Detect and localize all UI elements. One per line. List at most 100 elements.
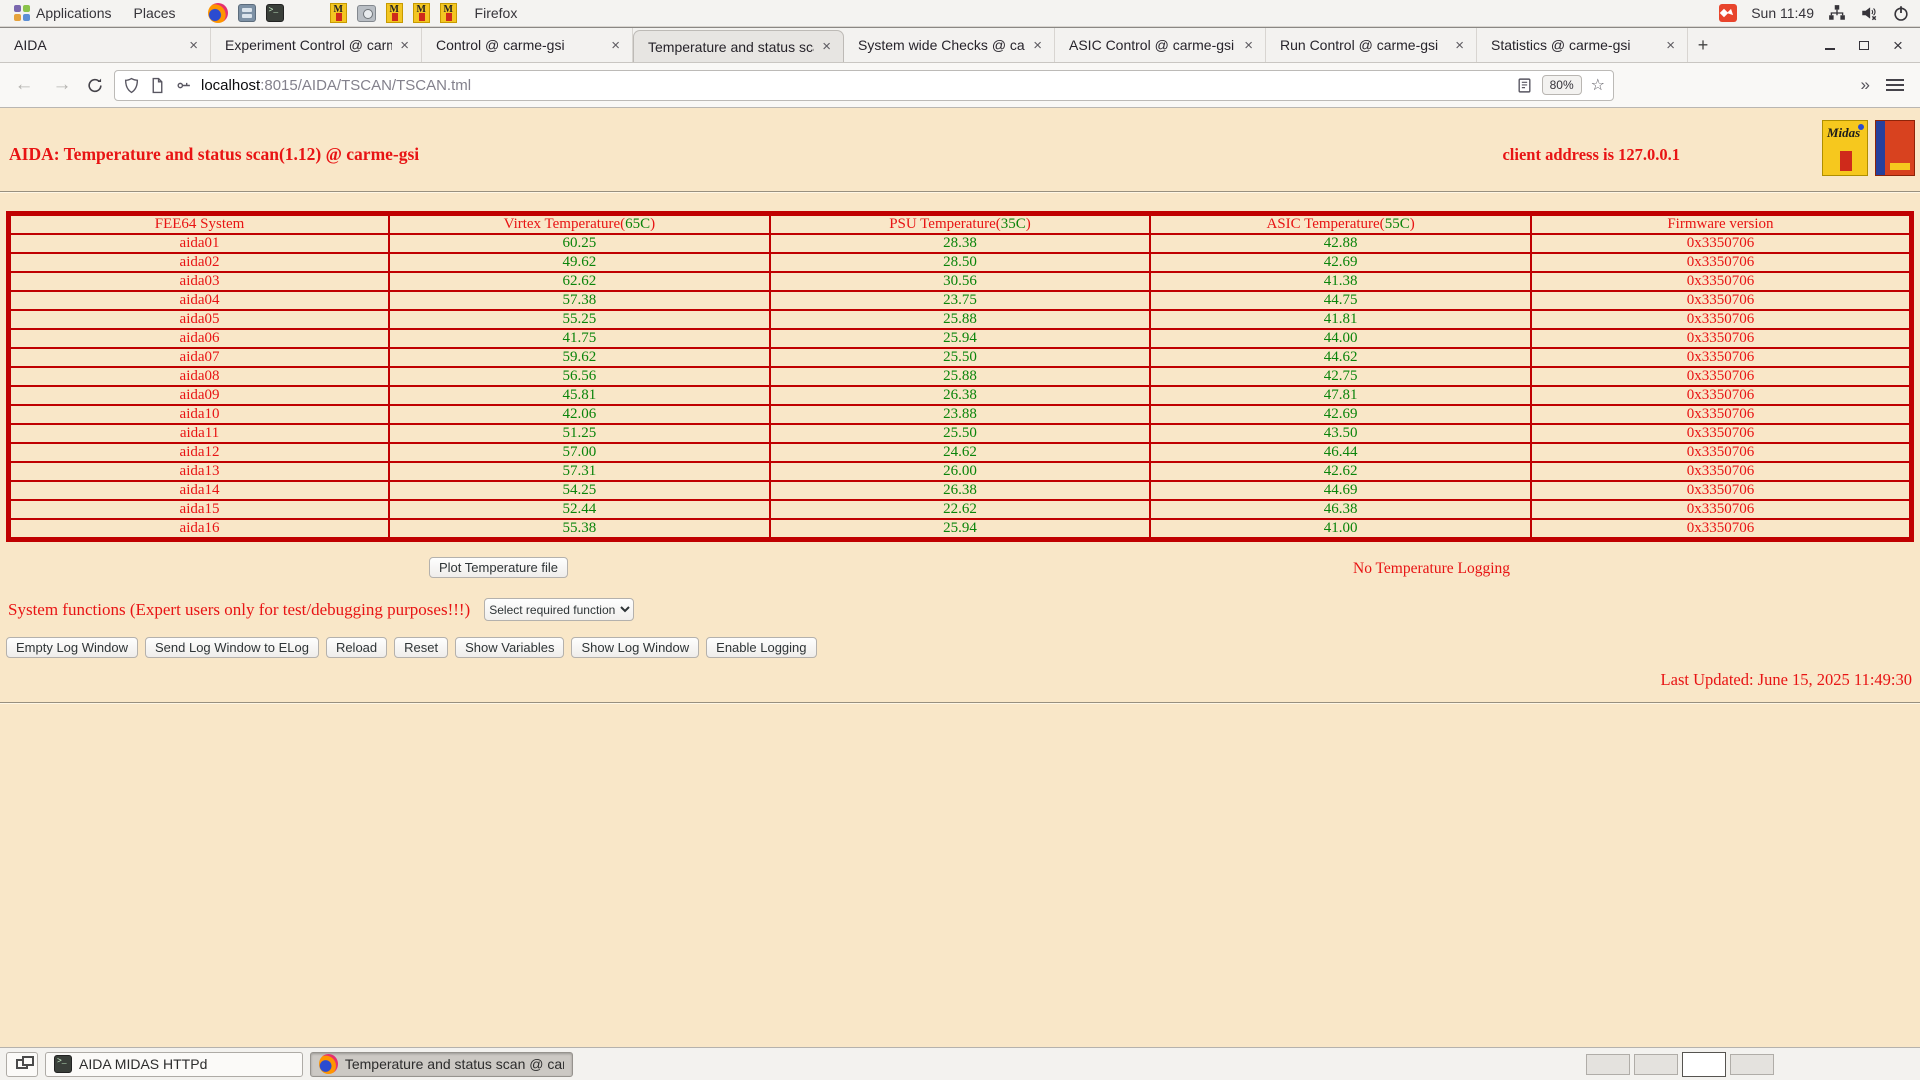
tab-close-icon[interactable]: × bbox=[1662, 37, 1679, 54]
cell-system: aida08 bbox=[9, 367, 390, 386]
action-button[interactable]: Show Log Window bbox=[571, 637, 699, 658]
action-button[interactable]: Empty Log Window bbox=[6, 637, 138, 658]
cell-asic: 46.38 bbox=[1150, 500, 1531, 519]
midas-window-icon[interactable] bbox=[413, 3, 430, 23]
firefox-launcher-icon[interactable] bbox=[208, 3, 228, 23]
show-desktop-button[interactable] bbox=[6, 1052, 38, 1077]
cell-asic: 42.88 bbox=[1150, 234, 1531, 253]
shield-icon[interactable] bbox=[123, 77, 140, 94]
menu-icon[interactable] bbox=[1886, 79, 1904, 91]
cell-virtex: 56.56 bbox=[389, 367, 770, 386]
applications-menu[interactable]: Applications bbox=[10, 5, 116, 21]
tab-close-icon[interactable]: × bbox=[396, 37, 413, 54]
places-menu[interactable]: Places bbox=[130, 5, 180, 21]
page-info-icon[interactable] bbox=[149, 77, 166, 94]
terminal-icon bbox=[54, 1055, 72, 1073]
workspace-switcher bbox=[1586, 1052, 1914, 1077]
tab-close-icon[interactable]: × bbox=[1240, 37, 1257, 54]
bookmark-star-icon[interactable]: ☆ bbox=[1591, 75, 1605, 95]
cell-firmware: 0x3350706 bbox=[1531, 443, 1912, 462]
cell-psu: 25.50 bbox=[770, 348, 1151, 367]
tab-close-icon[interactable]: × bbox=[607, 37, 624, 54]
cell-system: aida10 bbox=[9, 405, 390, 424]
network-icon[interactable] bbox=[1828, 4, 1846, 22]
new-tab-button[interactable]: + bbox=[1688, 31, 1718, 59]
action-button[interactable]: Show Variables bbox=[455, 637, 564, 658]
midas-window-icon[interactable] bbox=[330, 3, 347, 23]
browser-tab[interactable]: AIDA× bbox=[0, 28, 211, 62]
plot-temperature-button[interactable]: Plot Temperature file bbox=[429, 557, 568, 578]
action-button[interactable]: Reset bbox=[394, 637, 448, 658]
reader-mode-icon[interactable] bbox=[1516, 77, 1533, 94]
browser-tab[interactable]: Statistics @ carme-gsi× bbox=[1477, 28, 1688, 62]
browser-tab[interactable]: Run Control @ carme-gsi× bbox=[1266, 28, 1477, 62]
cell-psu: 23.75 bbox=[770, 291, 1151, 310]
tab-close-icon[interactable]: × bbox=[1451, 37, 1468, 54]
cell-psu: 28.38 bbox=[770, 234, 1151, 253]
action-button[interactable]: Enable Logging bbox=[706, 637, 816, 658]
minimize-button[interactable] bbox=[1822, 37, 1838, 53]
cell-firmware: 0x3350706 bbox=[1531, 348, 1912, 367]
cell-virtex: 54.25 bbox=[389, 481, 770, 500]
cell-psu: 26.00 bbox=[770, 462, 1151, 481]
workspace-4[interactable] bbox=[1730, 1054, 1774, 1075]
clock[interactable]: Sun 11:49 bbox=[1751, 5, 1814, 21]
overflow-menu-icon[interactable]: » bbox=[1861, 75, 1870, 95]
launcher-icons bbox=[208, 3, 457, 23]
action-button[interactable]: Reload bbox=[326, 637, 387, 658]
files-launcher-icon[interactable] bbox=[238, 4, 256, 22]
cell-asic: 43.50 bbox=[1150, 424, 1531, 443]
table-row: aida1552.4422.6246.380x3350706 bbox=[9, 500, 1912, 519]
cell-system: aida06 bbox=[9, 329, 390, 348]
cell-system: aida05 bbox=[9, 310, 390, 329]
cell-system: aida15 bbox=[9, 500, 390, 519]
page-title: AIDA: Temperature and status scan(1.12) … bbox=[9, 144, 419, 165]
maximize-button[interactable] bbox=[1856, 37, 1872, 53]
action-button[interactable]: Send Log Window to ELog bbox=[145, 637, 319, 658]
client-address: client address is 127.0.0.1 bbox=[1502, 145, 1680, 165]
terminal-launcher-icon[interactable] bbox=[266, 4, 284, 22]
browser-tab[interactable]: Temperature and status scan @ carme-gsi× bbox=[633, 30, 844, 62]
permissions-icon[interactable] bbox=[175, 77, 192, 94]
midas-window-icon[interactable] bbox=[440, 3, 457, 23]
browser-tab[interactable]: ASIC Control @ carme-gsi× bbox=[1055, 28, 1266, 62]
reload-icon[interactable] bbox=[86, 77, 104, 94]
tab-title: Control @ carme-gsi bbox=[436, 37, 603, 53]
close-button[interactable]: × bbox=[1890, 37, 1906, 53]
cell-virtex: 45.81 bbox=[389, 386, 770, 405]
cell-asic: 46.44 bbox=[1150, 443, 1531, 462]
workspace-3[interactable] bbox=[1682, 1052, 1726, 1077]
volume-muted-icon[interactable] bbox=[1860, 4, 1878, 22]
cell-psu: 25.50 bbox=[770, 424, 1151, 443]
table-row: aida0641.7525.9444.000x3350706 bbox=[9, 329, 1912, 348]
url-host: localhost bbox=[201, 77, 260, 94]
power-icon[interactable] bbox=[1892, 4, 1910, 22]
browser-tab[interactable]: System wide Checks @ carme-gsi× bbox=[844, 28, 1055, 62]
browser-tab[interactable]: Experiment Control @ carme-gsi× bbox=[211, 28, 422, 62]
cell-virtex: 57.00 bbox=[389, 443, 770, 462]
taskbar-window-button[interactable]: AIDA MIDAS HTTPd bbox=[45, 1052, 303, 1077]
table-row: aida0856.5625.8842.750x3350706 bbox=[9, 367, 1912, 386]
column-header: Firmware version bbox=[1531, 214, 1912, 235]
browser-tab[interactable]: Control @ carme-gsi× bbox=[422, 28, 633, 62]
back-button[interactable]: ← bbox=[10, 74, 38, 96]
notification-icon[interactable] bbox=[1719, 4, 1737, 22]
active-app-label[interactable]: Firefox bbox=[471, 5, 522, 21]
tab-close-icon[interactable]: × bbox=[1029, 37, 1046, 54]
screenshot-window-icon[interactable] bbox=[357, 5, 376, 22]
function-select[interactable]: Select required function bbox=[484, 598, 634, 621]
tab-close-icon[interactable]: × bbox=[185, 37, 202, 54]
cell-firmware: 0x3350706 bbox=[1531, 310, 1912, 329]
midas-window-icon[interactable] bbox=[386, 3, 403, 23]
taskbar-window-button[interactable]: Temperature and status scan @ car... bbox=[310, 1052, 573, 1077]
cell-firmware: 0x3350706 bbox=[1531, 234, 1912, 253]
cell-system: aida12 bbox=[9, 443, 390, 462]
workspace-1[interactable] bbox=[1586, 1054, 1630, 1075]
url-bar[interactable]: localhost:8015/AIDA/TSCAN/TSCAN.tml 80% … bbox=[114, 70, 1614, 101]
forward-button[interactable]: → bbox=[48, 74, 76, 96]
workspace-2[interactable] bbox=[1634, 1054, 1678, 1075]
tab-close-icon[interactable]: × bbox=[818, 38, 835, 55]
zoom-indicator[interactable]: 80% bbox=[1542, 75, 1582, 95]
url-text[interactable]: localhost:8015/AIDA/TSCAN/TSCAN.tml bbox=[201, 77, 1507, 94]
cell-firmware: 0x3350706 bbox=[1531, 519, 1912, 540]
